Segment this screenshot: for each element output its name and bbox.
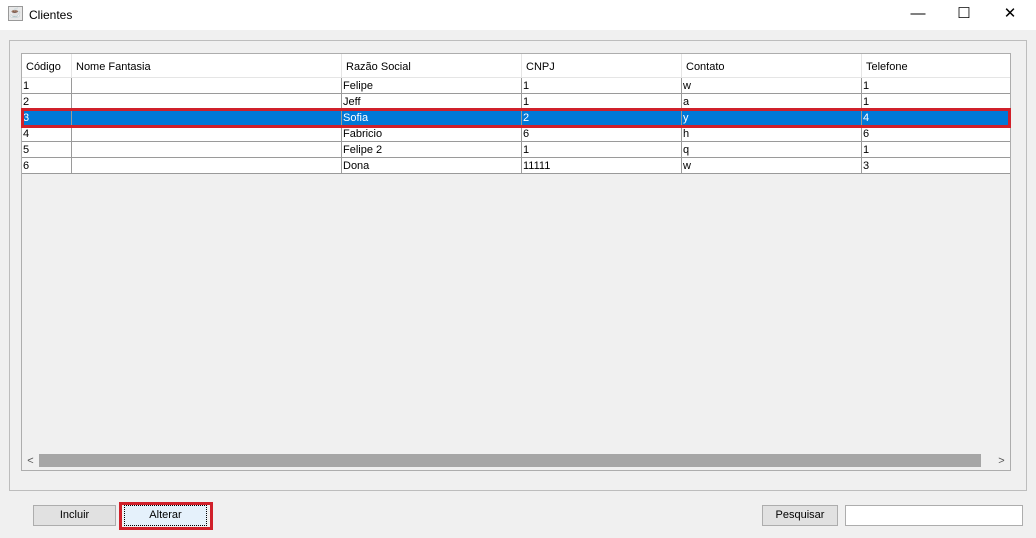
table-row[interactable]: 4 Fabricio 6 h 6 [22,126,1010,142]
table-cell: 1 [522,78,682,94]
table-cell: 1 [522,142,682,158]
table-row[interactable]: 6 Dona 11111 w 3 [22,158,1010,174]
incluir-button[interactable]: Incluir [33,505,116,526]
horizontal-scrollbar[interactable]: < > [22,452,1010,470]
table-cell: 6 [522,126,682,142]
search-input[interactable] [845,505,1023,526]
table-cell: 5 [22,142,72,158]
scrollbar-thumb[interactable] [39,454,981,467]
alterar-button-highlight [119,502,213,530]
title-bar: ☕ Clientes — ☐ ✕ [0,0,1036,30]
table-cell: 6 [863,128,870,140]
table-header: Código Nome Fantasia Razão Social CNPJ C… [22,54,1010,78]
table-cell: h [682,126,862,142]
table-cell: 3 [863,160,870,172]
table-row[interactable]: 5 Felipe 21q1 [22,142,1010,158]
table-cell: 11111 [522,158,682,174]
scroll-left-icon[interactable]: < [22,452,39,470]
pesquisar-button[interactable]: Pesquisar [762,505,838,526]
table-cell: 4 [22,126,72,142]
table-row[interactable]: 1 Felipe 1 w 1 [22,78,1010,94]
table-cell: Felipe 2 [342,142,522,158]
column-header-contato[interactable]: Contato [682,54,862,78]
column-header-razao-social[interactable]: Razão Social [342,54,522,78]
table-cell: q [682,142,862,158]
table-cell: 1 [863,80,870,92]
column-header-cnpj[interactable]: CNPJ [522,54,682,78]
table-cell: Felipe [342,78,522,94]
table-cell: 1 [22,78,72,94]
table-cell: Dona [342,158,522,174]
maximize-button[interactable]: ☐ [941,0,987,30]
table-cell: w [682,158,862,174]
column-header-telefone[interactable]: Telefone [862,54,1010,78]
table-cell: 1 [863,144,870,156]
table-cell: 6 [22,158,72,174]
table-cell [72,78,342,94]
table-cell: Fabricio [342,126,522,142]
table-cell [72,126,342,142]
column-header-codigo[interactable]: Código [22,54,72,78]
minimize-button[interactable]: — [895,0,941,30]
table-cell [72,142,342,158]
window-title: Clientes [29,8,73,22]
column-header-nome-fantasia[interactable]: Nome Fantasia [72,54,342,78]
java-app-icon: ☕ [8,6,23,21]
table-cell: w [682,78,862,94]
scroll-right-icon[interactable]: > [993,452,1010,470]
selected-row-highlight [21,108,1011,128]
table-cell [72,158,342,174]
close-button[interactable]: ✕ [987,0,1033,30]
